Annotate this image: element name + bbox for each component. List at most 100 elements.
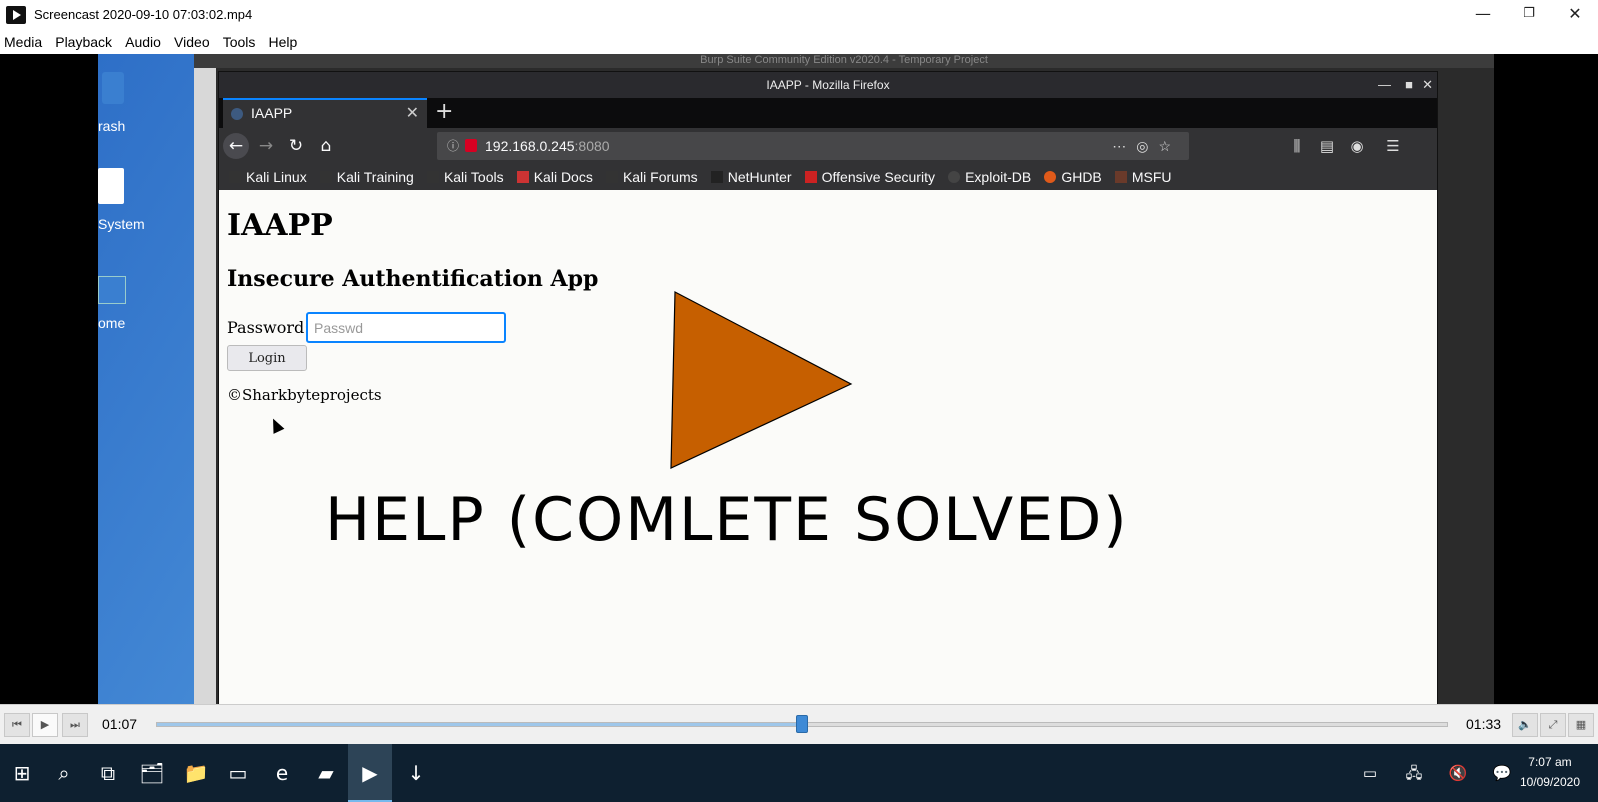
kali-dragon-icon	[319, 171, 332, 183]
bookmark-ghdb[interactable]: GHDB	[1044, 164, 1102, 190]
download-icon[interactable]: ↓	[394, 744, 438, 802]
folder-icon[interactable]: 📁	[174, 744, 218, 802]
pocket-icon[interactable]: ◎	[1136, 138, 1158, 154]
kali-dragon-icon	[426, 171, 439, 183]
password-field[interactable]	[306, 312, 506, 343]
bookmarks-toolbar: Kali Linux Kali Training Kali Tools Kali…	[219, 164, 1437, 190]
kali-dragon-icon	[605, 171, 618, 183]
edge-browser-icon[interactable]: e	[260, 744, 304, 802]
menu-audio[interactable]: Audio	[121, 30, 165, 54]
login-button[interactable]: Login	[227, 345, 307, 371]
vlc-app-icon	[6, 6, 26, 24]
bookmark-kali-training[interactable]: Kali Training	[319, 164, 414, 190]
close-icon[interactable]: ✕	[1552, 0, 1598, 30]
bookmark-kali-linux[interactable]: Kali Linux	[229, 164, 307, 190]
password-label: Password:	[227, 318, 310, 337]
next-icon[interactable]: ⏭	[62, 713, 88, 737]
new-tab-icon[interactable]: +	[435, 98, 453, 126]
kali-dragon-icon	[229, 171, 241, 183]
play-icon[interactable]: ▶	[32, 713, 58, 737]
clock-date: 10/09/2020	[1519, 775, 1580, 789]
firefox-window-title: IAAPP - Mozilla Firefox	[766, 78, 890, 92]
seek-bar[interactable]	[156, 715, 1448, 733]
offsec-icon	[804, 171, 817, 183]
system-icon	[98, 168, 124, 204]
desktop-label-system: System	[98, 216, 145, 232]
desktop-label-trash: rash	[98, 118, 126, 134]
overlay-caption: HELP (COMLETE SOLVED)	[325, 485, 1129, 555]
info-icon[interactable]: ⓘ	[447, 132, 459, 160]
trash-icon	[102, 72, 124, 104]
menu-video[interactable]: Video	[170, 30, 214, 54]
volume-muted-icon[interactable]: 🔇	[1440, 744, 1476, 802]
menu-tools[interactable]: Tools	[219, 30, 260, 54]
menu-media[interactable]: Media	[0, 30, 46, 54]
url-port: :8080	[574, 138, 610, 154]
bookmark-kali-tools[interactable]: Kali Tools	[426, 164, 504, 190]
video-frame[interactable]: rash System ome Burp Suite Community Edi…	[0, 54, 1598, 704]
notes-app-icon[interactable]: ▰	[304, 744, 348, 802]
bookmark-kali-docs[interactable]: Kali Docs	[516, 164, 593, 190]
msfu-icon	[1114, 171, 1127, 183]
back-arrow-icon[interactable]: ←	[223, 133, 249, 159]
tab-iaapp[interactable]: IAAPP ✕	[223, 98, 427, 128]
reload-icon[interactable]: ↻	[283, 133, 309, 159]
page-subtitle: Insecure Authentification App	[227, 266, 599, 292]
minimize-icon[interactable]: —	[1460, 0, 1506, 30]
hamburger-menu-icon[interactable]: ☰	[1381, 133, 1405, 159]
task-view-icon[interactable]: ⧉	[86, 744, 130, 802]
firefox-window: IAAPP - Mozilla Firefox — ■ ✕ IAAPP ✕ + …	[218, 71, 1438, 704]
clock-time: 7:07 am	[1528, 755, 1572, 769]
page-actions-icon[interactable]: ⋯	[1112, 138, 1136, 154]
battery-icon[interactable]: ▭	[1352, 744, 1388, 802]
bookmark-nethunter[interactable]: NetHunter	[710, 164, 792, 190]
bookmark-kali-forums[interactable]: Kali Forums	[605, 164, 698, 190]
seek-handle[interactable]	[796, 715, 808, 733]
tab-label: IAAPP	[251, 105, 293, 121]
bookmark-exploit-db[interactable]: Exploit-DB	[948, 164, 1031, 190]
page-title: IAAPP	[227, 208, 333, 243]
library-icon[interactable]: ⫼	[1285, 133, 1309, 159]
restore-icon[interactable]: ❐	[1506, 0, 1552, 30]
ff-minimize-icon[interactable]: —	[1378, 72, 1391, 98]
menu-help[interactable]: Help	[264, 30, 301, 54]
vlc-title-bar: Screencast 2020-09-10 07:03:02.mp4 — ❐ ✕	[0, 0, 1598, 30]
copyright-text: ©Sharkbyteprojects	[227, 386, 382, 404]
forward-arrow-icon[interactable]: →	[253, 133, 279, 159]
vlc-taskbar-icon[interactable]: ▶	[348, 744, 392, 802]
fullscreen-icon[interactable]: ⤢	[1540, 713, 1566, 737]
docs-icon	[516, 171, 529, 183]
sidebar-icon[interactable]: ▤	[1315, 133, 1339, 159]
action-center-icon[interactable]: 💬	[1484, 744, 1520, 802]
ff-close-icon[interactable]: ✕	[1422, 72, 1433, 98]
play-overlay-icon[interactable]	[669, 290, 859, 472]
url-bar[interactable]: ⓘ 192.168.0.245:8080 ⋯◎☆	[437, 132, 1189, 160]
exploit-db-icon	[948, 171, 961, 183]
home-icon	[98, 276, 126, 304]
firefox-title-bar: IAAPP - Mozilla Firefox — ■ ✕	[219, 72, 1437, 98]
time-total: 01:33	[1466, 716, 1502, 732]
ff-maximize-icon[interactable]: ■	[1405, 72, 1413, 98]
extended-settings-icon[interactable]: ▦	[1568, 713, 1594, 737]
menu-playback[interactable]: Playback	[51, 30, 116, 54]
bookmark-msfu[interactable]: MSFU	[1114, 164, 1172, 190]
url-host: 192.168.0.245	[485, 138, 575, 154]
clock[interactable]: 7:07 am 10/09/2020	[1520, 752, 1580, 792]
search-icon[interactable]: ⌕	[42, 744, 86, 802]
account-icon[interactable]: ◉	[1345, 133, 1369, 159]
bookmark-star-icon[interactable]: ☆	[1158, 138, 1181, 154]
home-icon[interactable]: ⌂	[313, 133, 339, 159]
play-triangle	[670, 291, 853, 469]
seek-progress	[157, 723, 802, 726]
network-icon[interactable]: 🖧	[1396, 744, 1432, 802]
volume-icon[interactable]: 🔈	[1512, 713, 1538, 737]
tab-close-icon[interactable]: ✕	[406, 100, 419, 127]
tab-strip: IAAPP ✕ +	[219, 98, 1437, 128]
bookmark-offensive-security[interactable]: Offensive Security	[804, 164, 935, 190]
previous-icon[interactable]: ⏮	[4, 713, 30, 737]
file-explorer-icon[interactable]: 🗂	[130, 744, 174, 802]
terminal-icon[interactable]: ▭	[216, 744, 260, 802]
burp-sidebar	[194, 68, 216, 704]
windows-start-icon[interactable]: ⊞	[0, 744, 44, 802]
navigation-toolbar: ← → ↻ ⌂ ⓘ 192.168.0.245:8080 ⋯◎☆ ⫼ ▤ ◉ ☰	[219, 128, 1437, 164]
